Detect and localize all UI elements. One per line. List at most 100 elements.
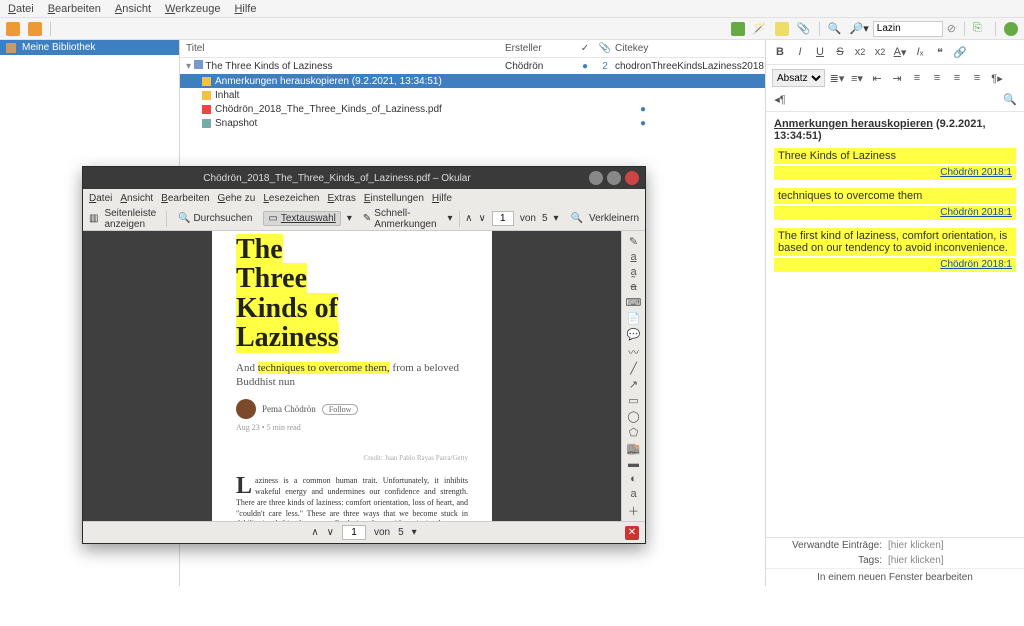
quick-annot-button[interactable]: ✎ Schnell-Anmerkungen xyxy=(358,206,442,232)
sync-icon[interactable] xyxy=(1004,22,1018,36)
new-collection-icon[interactable] xyxy=(6,22,20,36)
item-row[interactable]: ▾ The Three Kinds of Laziness Chödrön ● … xyxy=(180,58,765,74)
prev-page-icon[interactable]: ∧ xyxy=(465,213,472,224)
ok-menu-file[interactable]: Datei xyxy=(89,193,112,204)
new-library-icon[interactable] xyxy=(28,22,42,36)
ok-menu-help[interactable]: Hilfe xyxy=(432,193,452,204)
attach-icon[interactable]: 📎 xyxy=(797,22,811,36)
quick-annot-dropdown[interactable]: ▾ xyxy=(448,213,453,224)
textsel-dropdown[interactable]: ▾ xyxy=(347,213,352,224)
outdent-button[interactable]: ⇤ xyxy=(869,70,885,86)
strike-button[interactable]: S xyxy=(832,44,848,60)
page-dropdown-icon[interactable]: ▾ xyxy=(554,213,559,224)
ok-menu-extras[interactable]: Extras xyxy=(328,193,356,204)
sidebar-toggle-label[interactable]: Seitenleiste anzeigen xyxy=(104,208,160,230)
ok-menu-bookmarks[interactable]: Lesezeichen xyxy=(263,193,319,204)
col-cite[interactable]: Citekey xyxy=(615,43,765,54)
freehand-icon[interactable]: 〰 xyxy=(626,344,642,359)
col-attach[interactable]: ✓ xyxy=(575,43,595,54)
sub-button[interactable]: x2 xyxy=(852,44,868,60)
italic-button[interactable]: I xyxy=(792,44,808,60)
rtl-button[interactable]: ◂¶ xyxy=(772,91,788,107)
zoom-label[interactable]: Verkleinern xyxy=(589,213,639,224)
quote-button[interactable]: ❝ xyxy=(932,44,948,60)
font-icon[interactable]: a xyxy=(626,488,642,500)
ltr-button[interactable]: ¶▸ xyxy=(989,70,1005,86)
underline-button[interactable]: U xyxy=(812,44,828,60)
next-page-footer-icon[interactable]: ∨ xyxy=(327,527,334,538)
quick-search-input[interactable] xyxy=(873,21,943,37)
cite-link-2[interactable]: Chödrön 2018:1 xyxy=(774,206,1016,220)
related-click[interactable]: [hier klicken] xyxy=(888,540,944,551)
color-picker-icon[interactable]: ▬ xyxy=(626,458,642,470)
sup-button[interactable]: x2 xyxy=(872,44,888,60)
textsel-button[interactable]: ▭ Textauswahl xyxy=(263,211,340,226)
child-pdf[interactable]: Chödrön_2018_The_Three_Kinds_of_Laziness… xyxy=(180,102,765,116)
child-snapshot[interactable]: Snapshot ● xyxy=(180,116,765,130)
col-notes[interactable]: 📎 xyxy=(595,43,615,54)
para-style-select[interactable]: Absatz xyxy=(772,69,825,87)
bold-button[interactable]: B xyxy=(772,44,788,60)
menu-edit[interactable]: Bearbeiten xyxy=(48,3,101,15)
note-body[interactable]: Anmerkungen herauskopieren (9.2.2021, 13… xyxy=(766,112,1024,537)
menu-tools[interactable]: Werkzeuge xyxy=(165,3,220,15)
menu-view[interactable]: Ansicht xyxy=(115,3,151,15)
text-underline-icon[interactable]: a xyxy=(626,251,642,263)
locate-icon[interactable]: ⎘ xyxy=(973,22,987,36)
wand-icon[interactable]: 🪄 xyxy=(753,22,767,36)
opacity-icon[interactable]: ◐ xyxy=(626,473,642,485)
highlighter-icon[interactable]: ✎ xyxy=(626,235,642,248)
menu-file[interactable]: Datei xyxy=(8,3,34,15)
ol-button[interactable]: ≡▾ xyxy=(849,70,865,86)
align-left-button[interactable]: ≡ xyxy=(909,70,925,86)
footer-dropdown-icon[interactable]: ▾ xyxy=(412,527,417,538)
ok-menu-goto[interactable]: Gehe zu xyxy=(218,193,256,204)
prev-page-footer-icon[interactable]: ∧ xyxy=(311,527,318,538)
ok-menu-view[interactable]: Ansicht xyxy=(120,193,153,204)
advanced-search-icon[interactable]: 🔍 xyxy=(828,22,842,36)
col-creator[interactable]: Ersteller xyxy=(505,43,575,54)
align-center-button[interactable]: ≡ xyxy=(929,70,945,86)
ok-menu-edit[interactable]: Bearbeiten xyxy=(161,193,209,204)
ok-menu-settings[interactable]: Einstellungen xyxy=(364,193,424,204)
child-annotations-note[interactable]: Anmerkungen herauskopieren (9.2.2021, 13… xyxy=(180,74,765,88)
ul-button[interactable]: ≣▾ xyxy=(829,70,845,86)
footer-close-icon[interactable]: ✕ xyxy=(625,526,639,540)
new-note-icon[interactable] xyxy=(775,22,789,36)
close-icon[interactable] xyxy=(625,171,639,185)
page-input[interactable] xyxy=(492,211,514,226)
rect-icon[interactable]: ▭ xyxy=(626,394,642,407)
next-page-icon[interactable]: ∨ xyxy=(478,213,485,224)
tags-click[interactable]: [hier klicken] xyxy=(888,555,944,566)
new-item-icon[interactable] xyxy=(731,22,745,36)
sidebar-toggle-icon[interactable]: ▥ xyxy=(89,213,98,224)
text-strike-icon[interactable]: a xyxy=(626,281,642,293)
zoom-out-icon[interactable]: 🔍 xyxy=(571,213,583,224)
indent-button[interactable]: ⇥ xyxy=(889,70,905,86)
text-squiggle-icon[interactable]: a̰ xyxy=(626,266,642,278)
okular-titlebar[interactable]: Chödrön_2018_The_Three_Kinds_of_Laziness… xyxy=(83,167,645,189)
page-viewport[interactable]: The Three Kinds of Laziness And techniqu… xyxy=(83,231,621,521)
search-button[interactable]: 🔍 Durchsuchen xyxy=(173,211,257,226)
ellipse-icon[interactable]: ◯ xyxy=(626,410,642,423)
polygon-icon[interactable]: ⬠ xyxy=(626,426,642,439)
stamp-icon[interactable]: 🏬 xyxy=(626,442,642,455)
menu-help[interactable]: Hilfe xyxy=(234,3,256,15)
add-bookmark-icon[interactable]: ＋ xyxy=(626,503,642,518)
link-button[interactable]: 🔗 xyxy=(952,44,968,60)
align-right-button[interactable]: ≡ xyxy=(949,70,965,86)
popup-note-icon[interactable]: 💬 xyxy=(626,328,642,341)
col-title[interactable]: Titel xyxy=(180,43,505,54)
color-button[interactable]: A▾ xyxy=(892,44,908,60)
arrow-icon[interactable]: ↗ xyxy=(626,378,642,391)
line-icon[interactable]: ╱ xyxy=(626,362,642,375)
find-button[interactable]: 🔍 xyxy=(1002,91,1018,107)
align-just-button[interactable]: ≡ xyxy=(969,70,985,86)
my-library[interactable]: Meine Bibliothek xyxy=(0,40,179,55)
clear-search-icon[interactable]: ⊘ xyxy=(947,22,956,35)
edit-new-window[interactable]: In einem neuen Fenster bearbeiten xyxy=(766,568,1024,586)
note-pin-icon[interactable]: 📄 xyxy=(626,312,642,325)
child-inhalt-note[interactable]: Inhalt xyxy=(180,88,765,102)
clear-format-button[interactable]: Iₓ xyxy=(912,44,928,60)
min-icon[interactable] xyxy=(589,171,603,185)
